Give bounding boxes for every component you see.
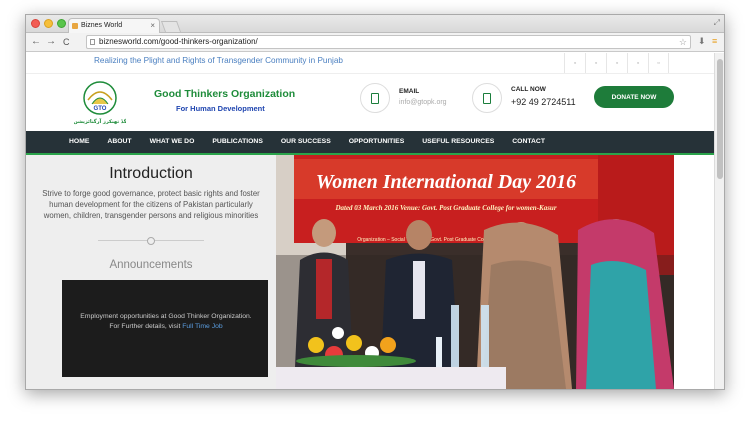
maximize-window-button[interactable] [57,19,66,28]
intro-title: Introduction [109,165,193,182]
social-links: ▫ ▫ ▫ ▫ ▫ [564,53,669,73]
logo-abbrev: GTO [94,106,107,112]
announcement-body: Employment opportunities at Good Thinker… [80,313,252,330]
site-header: GTO گڈ تھنکرز آرگنائزیشن Good Thinkers O… [26,73,716,131]
google-plus-icon[interactable]: ▫ [606,53,627,73]
extension-icon[interactable]: ⬇ [698,36,706,47]
nav-about[interactable]: ABOUT [98,131,140,153]
forward-button[interactable]: → [46,36,56,48]
main-content: Introduction Strive to forge good govern… [26,155,716,389]
new-tab-button[interactable] [160,21,182,32]
nav-what-we-do[interactable]: WHAT WE DO [141,131,204,153]
nav-publications[interactable]: PUBLICATIONS [203,131,271,153]
call-label: CALL NOW [511,86,546,93]
vertical-scrollbar[interactable] [714,53,724,389]
top-strip: Realizing the Plight and Rights of Trans… [26,53,716,73]
banner-title: Women International Day 2016 [316,171,576,193]
fullscreen-icon[interactable]: ⤢ [714,18,720,28]
address-bar[interactable]: biznesworld.com/good-thinkers-organizati… [86,35,691,49]
intro-text: Strive to forge good governance, protect… [42,189,260,220]
phone-icon [472,83,502,113]
reload-button[interactable]: C [63,36,70,48]
nav-opportunities[interactable]: OPPORTUNITIES [340,131,414,153]
page-viewport: Realizing the Plight and Rights of Trans… [26,53,716,389]
twitter-icon[interactable]: ▫ [585,53,606,73]
email-value[interactable]: info@gtopk.org [399,99,447,106]
intro-panel: Introduction Strive to forge good govern… [26,155,276,389]
main-nav: HOME ABOUT WHAT WE DO PUBLICATIONS OUR S… [26,131,716,155]
favicon-icon [72,23,78,29]
page-icon [90,39,95,45]
announcements-title: Announcements [109,259,193,271]
nav-contact[interactable]: CONTACT [503,131,554,153]
browser-toolbar: ← → C biznesworld.com/good-thinkers-orga… [26,33,724,52]
call-value[interactable]: +92 49 2724511 [511,97,576,107]
back-button[interactable]: ← [31,36,41,48]
full-time-job-link[interactable]: Full Time Job [182,323,222,330]
event-photo: Women International Day 2016 Dated 03 Ma… [276,155,674,389]
browser-tab[interactable]: Biznes World × [68,18,160,33]
tab-title: Biznes World [81,22,123,29]
email-label: EMAIL [399,88,420,95]
org-subtitle: For Human Development [176,104,265,113]
browser-window: Biznes World × ⤢ ← → C biznesworld.com/g… [25,14,725,390]
org-name[interactable]: Good Thinkers Organization [154,88,295,100]
window-controls [31,19,66,28]
bookmark-star-icon[interactable]: ☆ [679,36,687,48]
youtube-icon[interactable]: ▫ [648,53,669,73]
nav-home[interactable]: HOME [60,131,98,153]
minimize-window-button[interactable] [44,19,53,28]
scrollbar-thumb[interactable] [717,59,723,179]
tab-close-button[interactable]: × [150,19,155,33]
url-text: biznesworld.com/good-thinkers-organizati… [99,37,258,46]
logo-urdu-text: گڈ تھنکرز آرگنائزیشن [74,117,126,125]
section-divider [98,237,204,245]
banner-subtitle: Dated 03 March 2016 Venue: Govt. Post Gr… [334,204,556,212]
tab-bar: Biznes World × ⤢ [26,15,724,33]
donate-now-button[interactable]: DONATE NOW [594,86,674,108]
announcement-box: Employment opportunities at Good Thinker… [62,280,268,377]
site-tagline: Realizing the Plight and Rights of Trans… [94,56,343,65]
announcement-text: Employment opportunities at Good Thinker… [76,312,256,332]
menu-icon[interactable]: ≡ [712,36,717,46]
linkedin-icon[interactable]: ▫ [627,53,648,73]
facebook-icon[interactable]: ▫ [564,53,585,73]
close-window-button[interactable] [31,19,40,28]
nav-useful-resources[interactable]: USEFUL RESOURCES [413,131,503,153]
nav-our-success[interactable]: OUR SUCCESS [272,131,340,153]
email-icon [360,83,390,113]
gto-logo-icon[interactable]: GTO گڈ تھنکرز آرگنائزیشن [74,78,126,128]
